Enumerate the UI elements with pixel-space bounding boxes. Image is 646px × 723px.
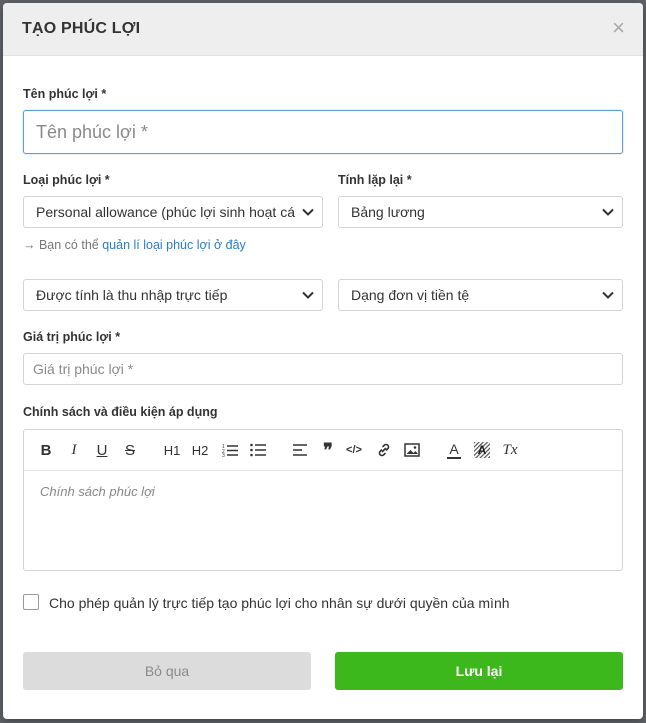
quote-icon[interactable]: ❞ xyxy=(318,438,338,462)
dialog-title: TẠO PHÚC LỢI xyxy=(22,20,141,37)
close-icon[interactable]: × xyxy=(612,17,625,39)
ordered-list-icon[interactable]: 123 xyxy=(220,438,240,462)
font-color-glyph: A xyxy=(449,440,459,457)
benefit-name-input[interactable] xyxy=(23,110,623,154)
policy-editor-content[interactable]: Chính sách phúc lợi xyxy=(24,471,622,512)
strikethrough-icon[interactable]: S xyxy=(120,438,140,462)
create-benefit-dialog: TẠO PHÚC LỢI × Tên phúc lợi * Loại phúc … xyxy=(3,3,643,719)
code-icon[interactable]: </> xyxy=(344,438,364,462)
image-icon[interactable] xyxy=(402,438,422,462)
svg-text:A: A xyxy=(478,443,487,457)
manage-types-link[interactable]: quản lí loại phúc lợi ở đây xyxy=(102,238,246,252)
benefit-value-input[interactable] xyxy=(23,353,623,385)
clear-format-icon[interactable]: Tx xyxy=(500,438,520,462)
link-icon[interactable] xyxy=(374,438,394,462)
manage-types-hint: → Bạn có thể quản lí loại phúc lợi ở đây xyxy=(23,238,246,252)
bold-icon[interactable]: B xyxy=(36,438,56,462)
editor-toolbar: B I U S H1 H2 123 ❞ </> A A Tx xyxy=(24,430,622,471)
heading1-icon[interactable]: H1 xyxy=(162,438,182,462)
chevron-down-icon xyxy=(602,208,614,216)
hint-text: → Bạn có thể xyxy=(23,238,103,252)
policy-label: Chính sách và điều kiện áp dụng xyxy=(23,405,218,419)
repeat-value: Bảng lương xyxy=(351,204,425,220)
unit-type-select[interactable]: Dạng đơn vị tiền tệ xyxy=(338,279,623,311)
unit-type-value: Dạng đơn vị tiền tệ xyxy=(351,287,470,303)
heading2-icon[interactable]: H2 xyxy=(190,438,210,462)
allow-manager-checkbox[interactable] xyxy=(23,594,39,610)
benefit-type-select[interactable]: Personal allowance (phúc lợi sinh hoạt c… xyxy=(23,196,323,228)
allow-manager-label[interactable]: Cho phép quản lý trực tiếp tạo phúc lợi … xyxy=(49,595,510,611)
cancel-button[interactable]: Bỏ qua xyxy=(23,652,311,690)
dialog-header: TẠO PHÚC LỢI × xyxy=(3,3,643,56)
income-type-value: Được tính là thu nhập trực tiếp xyxy=(36,287,228,303)
svg-text:3: 3 xyxy=(222,453,225,457)
repeat-select[interactable]: Bảng lương xyxy=(338,196,623,228)
repeat-label: Tính lặp lại * xyxy=(338,173,412,187)
chevron-down-icon xyxy=(302,291,314,299)
save-button[interactable]: Lưu lại xyxy=(335,652,623,690)
benefit-type-value: Personal allowance (phúc lợi sinh hoạt c… xyxy=(36,204,295,220)
background-color-icon[interactable]: A xyxy=(472,438,492,462)
benefit-type-label: Loại phúc lợi * xyxy=(23,173,110,187)
policy-editor: B I U S H1 H2 123 ❞ </> A A Tx Chính sác… xyxy=(23,429,623,571)
chevron-down-icon xyxy=(602,291,614,299)
benefit-value-label: Giá trị phúc lợi * xyxy=(23,330,121,344)
benefit-name-label: Tên phúc lợi * xyxy=(23,87,107,101)
bullet-list-icon[interactable] xyxy=(248,438,268,462)
income-type-select[interactable]: Được tính là thu nhập trực tiếp xyxy=(23,279,323,311)
chevron-down-icon xyxy=(302,208,314,216)
underline-icon[interactable]: U xyxy=(92,438,112,462)
align-icon[interactable] xyxy=(290,438,310,462)
font-color-icon[interactable]: A xyxy=(444,438,464,462)
italic-icon[interactable]: I xyxy=(64,438,84,462)
